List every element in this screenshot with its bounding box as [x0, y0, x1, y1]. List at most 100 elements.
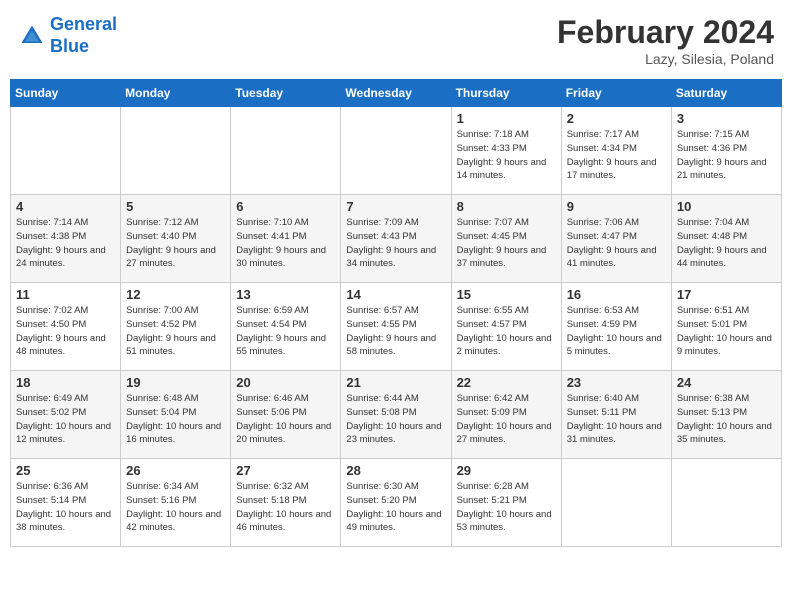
day-number: 28: [346, 463, 445, 478]
weekday-header-saturday: Saturday: [671, 80, 781, 107]
day-info: Sunrise: 6:42 AM Sunset: 5:09 PM Dayligh…: [457, 392, 556, 447]
title-block: February 2024 Lazy, Silesia, Poland: [557, 14, 774, 67]
calendar-cell: 17Sunrise: 6:51 AM Sunset: 5:01 PM Dayli…: [671, 283, 781, 371]
day-number: 29: [457, 463, 556, 478]
day-number: 13: [236, 287, 335, 302]
day-number: 5: [126, 199, 225, 214]
calendar-cell: 7 Sunrise: 7:09 AM Sunset: 4:43 PM Daylig…: [341, 195, 451, 283]
calendar-cell: [231, 107, 341, 195]
day-number: 3: [677, 111, 776, 126]
logo-line2: Blue: [50, 36, 89, 56]
day-number: 9: [567, 199, 666, 214]
day-number: 7: [346, 199, 445, 214]
calendar-header: SundayMondayTuesdayWednesdayThursdayFrid…: [11, 80, 782, 107]
calendar-cell: 26 Sunrise: 6:34 AM Sunset: 5:16 PM Dayli…: [121, 459, 231, 547]
day-info: Sunrise: 7:07 AM Sunset: 4:45 PM Dayligh…: [457, 216, 556, 271]
day-number: 15: [457, 287, 556, 302]
week-row-4: 18Sunrise: 6:49 AM Sunset: 5:02 PM Dayli…: [11, 371, 782, 459]
day-number: 2: [567, 111, 666, 126]
day-info: Sunrise: 7:14 AM Sunset: 4:38 PM Dayligh…: [16, 216, 115, 271]
day-info: Sunrise: 7:12 AM Sunset: 4:40 PM Dayligh…: [126, 216, 225, 271]
calendar-cell: 5 Sunrise: 7:12 AM Sunset: 4:40 PM Daylig…: [121, 195, 231, 283]
day-info: Sunrise: 6:46 AM Sunset: 5:06 PM Dayligh…: [236, 392, 335, 447]
day-number: 4: [16, 199, 115, 214]
weekday-header-wednesday: Wednesday: [341, 80, 451, 107]
day-number: 23: [567, 375, 666, 390]
calendar-cell: 23 Sunrise: 6:40 AM Sunset: 5:11 PM Dayli…: [561, 371, 671, 459]
calendar-cell: 19Sunrise: 6:48 AM Sunset: 5:04 PM Dayli…: [121, 371, 231, 459]
calendar-body: 1Sunrise: 7:18 AM Sunset: 4:33 PM Daylig…: [11, 107, 782, 547]
day-number: 20: [236, 375, 335, 390]
day-number: 25: [16, 463, 115, 478]
day-info: Sunrise: 6:32 AM Sunset: 5:18 PM Dayligh…: [236, 480, 335, 535]
calendar-cell: [671, 459, 781, 547]
day-info: Sunrise: 6:28 AM Sunset: 5:21 PM Dayligh…: [457, 480, 556, 535]
day-number: 11: [16, 287, 115, 302]
calendar-cell: 3 Sunrise: 7:15 AM Sunset: 4:36 PM Daylig…: [671, 107, 781, 195]
day-info: Sunrise: 7:17 AM Sunset: 4:34 PM Dayligh…: [567, 128, 666, 183]
weekday-header-thursday: Thursday: [451, 80, 561, 107]
day-info: Sunrise: 7:18 AM Sunset: 4:33 PM Dayligh…: [457, 128, 556, 183]
calendar-cell: 16Sunrise: 6:53 AM Sunset: 4:59 PM Dayli…: [561, 283, 671, 371]
day-info: Sunrise: 6:40 AM Sunset: 5:11 PM Dayligh…: [567, 392, 666, 447]
calendar-cell: 22 Sunrise: 6:42 AM Sunset: 5:09 PM Dayli…: [451, 371, 561, 459]
calendar-cell: 1Sunrise: 7:18 AM Sunset: 4:33 PM Daylig…: [451, 107, 561, 195]
day-number: 10: [677, 199, 776, 214]
day-info: Sunrise: 6:48 AM Sunset: 5:04 PM Dayligh…: [126, 392, 225, 447]
day-info: Sunrise: 7:06 AM Sunset: 4:47 PM Dayligh…: [567, 216, 666, 271]
weekday-header-tuesday: Tuesday: [231, 80, 341, 107]
day-info: Sunrise: 7:10 AM Sunset: 4:41 PM Dayligh…: [236, 216, 335, 271]
day-info: Sunrise: 6:55 AM Sunset: 4:57 PM Dayligh…: [457, 304, 556, 359]
weekday-header-friday: Friday: [561, 80, 671, 107]
day-info: Sunrise: 7:02 AM Sunset: 4:50 PM Dayligh…: [16, 304, 115, 359]
day-info: Sunrise: 6:30 AM Sunset: 5:20 PM Dayligh…: [346, 480, 445, 535]
location-title: Lazy, Silesia, Poland: [557, 51, 774, 67]
calendar-cell: [561, 459, 671, 547]
day-number: 27: [236, 463, 335, 478]
weekday-header-monday: Monday: [121, 80, 231, 107]
calendar-cell: 9 Sunrise: 7:06 AM Sunset: 4:47 PM Daylig…: [561, 195, 671, 283]
calendar-cell: 10Sunrise: 7:04 AM Sunset: 4:48 PM Dayli…: [671, 195, 781, 283]
calendar-cell: 15 Sunrise: 6:55 AM Sunset: 4:57 PM Dayli…: [451, 283, 561, 371]
day-number: 12: [126, 287, 225, 302]
day-info: Sunrise: 6:38 AM Sunset: 5:13 PM Dayligh…: [677, 392, 776, 447]
calendar-cell: 18Sunrise: 6:49 AM Sunset: 5:02 PM Dayli…: [11, 371, 121, 459]
logo-line1: General: [50, 14, 117, 34]
logo-text: General Blue: [50, 14, 117, 57]
week-row-3: 11 Sunrise: 7:02 AM Sunset: 4:50 PM Dayli…: [11, 283, 782, 371]
calendar-cell: 25 Sunrise: 6:36 AM Sunset: 5:14 PM Dayli…: [11, 459, 121, 547]
calendar-cell: 27 Sunrise: 6:32 AM Sunset: 5:18 PM Dayli…: [231, 459, 341, 547]
calendar-cell: 11 Sunrise: 7:02 AM Sunset: 4:50 PM Dayli…: [11, 283, 121, 371]
week-row-2: 4 Sunrise: 7:14 AM Sunset: 4:38 PM Daylig…: [11, 195, 782, 283]
calendar-cell: 13Sunrise: 6:59 AM Sunset: 4:54 PM Dayli…: [231, 283, 341, 371]
month-title: February 2024: [557, 14, 774, 51]
calendar-cell: [121, 107, 231, 195]
day-info: Sunrise: 6:53 AM Sunset: 4:59 PM Dayligh…: [567, 304, 666, 359]
day-info: Sunrise: 7:09 AM Sunset: 4:43 PM Dayligh…: [346, 216, 445, 271]
week-row-5: 25 Sunrise: 6:36 AM Sunset: 5:14 PM Dayli…: [11, 459, 782, 547]
day-number: 26: [126, 463, 225, 478]
calendar-cell: 14Sunrise: 6:57 AM Sunset: 4:55 PM Dayli…: [341, 283, 451, 371]
page-header: General Blue February 2024 Lazy, Silesia…: [10, 10, 782, 71]
logo-icon: [18, 22, 46, 50]
calendar-cell: 2 Sunrise: 7:17 AM Sunset: 4:34 PM Daylig…: [561, 107, 671, 195]
calendar-cell: 28 Sunrise: 6:30 AM Sunset: 5:20 PM Dayli…: [341, 459, 451, 547]
day-number: 8: [457, 199, 556, 214]
day-info: Sunrise: 6:57 AM Sunset: 4:55 PM Dayligh…: [346, 304, 445, 359]
day-number: 17: [677, 287, 776, 302]
calendar-table: SundayMondayTuesdayWednesdayThursdayFrid…: [10, 79, 782, 547]
day-info: Sunrise: 7:15 AM Sunset: 4:36 PM Dayligh…: [677, 128, 776, 183]
day-info: Sunrise: 6:44 AM Sunset: 5:08 PM Dayligh…: [346, 392, 445, 447]
day-info: Sunrise: 6:49 AM Sunset: 5:02 PM Dayligh…: [16, 392, 115, 447]
calendar-cell: [341, 107, 451, 195]
calendar-cell: 6Sunrise: 7:10 AM Sunset: 4:41 PM Daylig…: [231, 195, 341, 283]
day-info: Sunrise: 6:34 AM Sunset: 5:16 PM Dayligh…: [126, 480, 225, 535]
calendar-cell: 24 Sunrise: 6:38 AM Sunset: 5:13 PM Dayli…: [671, 371, 781, 459]
day-number: 21: [346, 375, 445, 390]
calendar-cell: 29 Sunrise: 6:28 AM Sunset: 5:21 PM Dayli…: [451, 459, 561, 547]
week-row-1: 1Sunrise: 7:18 AM Sunset: 4:33 PM Daylig…: [11, 107, 782, 195]
day-info: Sunrise: 6:36 AM Sunset: 5:14 PM Dayligh…: [16, 480, 115, 535]
day-info: Sunrise: 7:00 AM Sunset: 4:52 PM Dayligh…: [126, 304, 225, 359]
day-number: 24: [677, 375, 776, 390]
day-number: 22: [457, 375, 556, 390]
